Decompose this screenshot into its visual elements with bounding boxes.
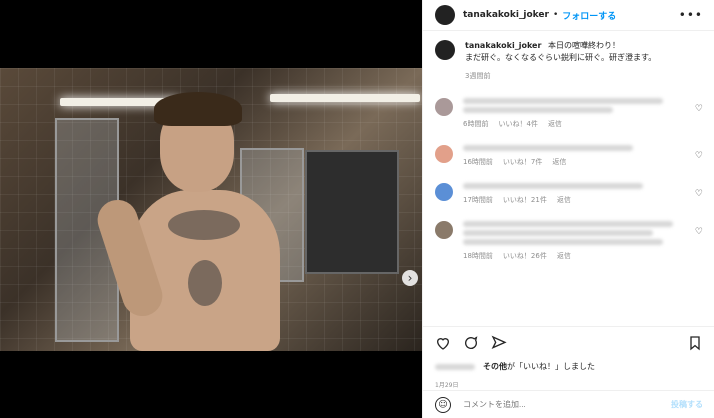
action-bar: その他 が「いいね！」しました 1月29日 xyxy=(423,326,714,389)
likes-others[interactable]: その他 xyxy=(483,361,507,372)
chest-tattoo xyxy=(168,210,240,240)
comment: 16時間前 いいね！7件 返信 ♡ xyxy=(435,145,703,167)
separator: • xyxy=(552,10,559,20)
avatar[interactable] xyxy=(435,40,455,60)
blurred-text xyxy=(463,107,613,113)
comment-likes[interactable]: いいね！26件 xyxy=(503,251,547,261)
caption-username[interactable]: tanakakoki_joker xyxy=(465,41,541,50)
blurred-text xyxy=(463,145,633,151)
caption-line-1: 本日の喧嘩終わり！ xyxy=(547,41,620,50)
comment-likes[interactable]: いいね！4件 xyxy=(498,119,537,129)
bookmark-icon[interactable] xyxy=(687,335,703,351)
avatar[interactable] xyxy=(435,221,453,239)
reply-button[interactable]: 返信 xyxy=(557,251,571,261)
blurred-text xyxy=(463,230,653,236)
like-comment-icon[interactable]: ♡ xyxy=(695,189,703,199)
like-comment-icon[interactable]: ♡ xyxy=(695,227,703,237)
more-options-icon[interactable]: ••• xyxy=(679,8,703,22)
post-header: tanakakoki_joker • フォローする ••• xyxy=(423,0,714,31)
comment: 6時間前 いいね！4件 返信 ♡ xyxy=(435,98,703,129)
like-comment-icon[interactable]: ♡ xyxy=(695,151,703,161)
likes-summary: その他 が「いいね！」しました xyxy=(435,361,703,372)
post-media: › ● xyxy=(0,0,422,418)
comment: 18時間前 いいね！26件 返信 ♡ xyxy=(435,221,703,261)
post-sidebar: tanakakoki_joker • フォローする ••• tanakakoki… xyxy=(422,0,714,418)
comment-time: 18時間前 xyxy=(463,252,493,260)
follow-button[interactable]: フォローする xyxy=(562,9,616,22)
comment-time: 16時間前 xyxy=(463,158,493,166)
blurred-text xyxy=(463,239,663,245)
post-photo[interactable]: › ● xyxy=(0,68,422,351)
reply-button[interactable]: 返信 xyxy=(557,195,571,205)
comment-time: 6時間前 xyxy=(463,120,489,128)
avatar[interactable] xyxy=(435,98,453,116)
comment-composer: ☺ 投稿する xyxy=(423,390,714,418)
share-icon[interactable] xyxy=(491,335,507,351)
like-comment-icon[interactable]: ♡ xyxy=(695,104,703,114)
blurred-text xyxy=(463,98,663,104)
likes-text: が「いいね！」しました xyxy=(507,362,595,371)
post-button[interactable]: 投稿する xyxy=(671,399,703,410)
comment: 17時間前 いいね！21件 返信 ♡ xyxy=(435,183,703,205)
stomach-tattoo xyxy=(188,260,222,306)
comment-likes[interactable]: いいね！7件 xyxy=(503,157,542,167)
header-username[interactable]: tanakakoki_joker xyxy=(463,10,549,20)
comment-likes[interactable]: いいね！21件 xyxy=(503,195,547,205)
caption-text: tanakakoki_joker 本日の喧嘩終わり！ まだ研ぐ。なくなるぐらい鋭… xyxy=(465,40,656,82)
caption: tanakakoki_joker 本日の喧嘩終わり！ まだ研ぐ。なくなるぐらい鋭… xyxy=(435,40,703,82)
caption-line-2: まだ研ぐ。なくなるぐらい鋭利に研ぐ。研ぎ澄ます。 xyxy=(465,53,657,62)
reply-button[interactable]: 返信 xyxy=(548,119,562,129)
caption-time: 3週間前 xyxy=(465,72,491,80)
like-heart-icon[interactable] xyxy=(435,335,451,351)
next-arrow-icon[interactable]: › xyxy=(402,270,418,286)
reply-button[interactable]: 返信 xyxy=(552,157,566,167)
blurred-text xyxy=(463,221,673,227)
shelf xyxy=(305,150,399,274)
comments-section: tanakakoki_joker 本日の喧嘩終わり！ まだ研ぐ。なくなるぐらい鋭… xyxy=(423,30,714,326)
blurred-username xyxy=(435,363,475,370)
avatar[interactable] xyxy=(435,5,455,25)
comment-icon[interactable] xyxy=(463,335,479,351)
emoji-icon[interactable]: ☺ xyxy=(435,396,451,413)
blurred-text xyxy=(463,183,643,189)
comment-input[interactable] xyxy=(461,399,671,410)
avatar[interactable] xyxy=(435,145,453,163)
person xyxy=(92,88,300,351)
post-date: 1月29日 xyxy=(435,382,459,389)
hair xyxy=(154,92,242,126)
comment-time: 17時間前 xyxy=(463,196,493,204)
avatar[interactable] xyxy=(435,183,453,201)
